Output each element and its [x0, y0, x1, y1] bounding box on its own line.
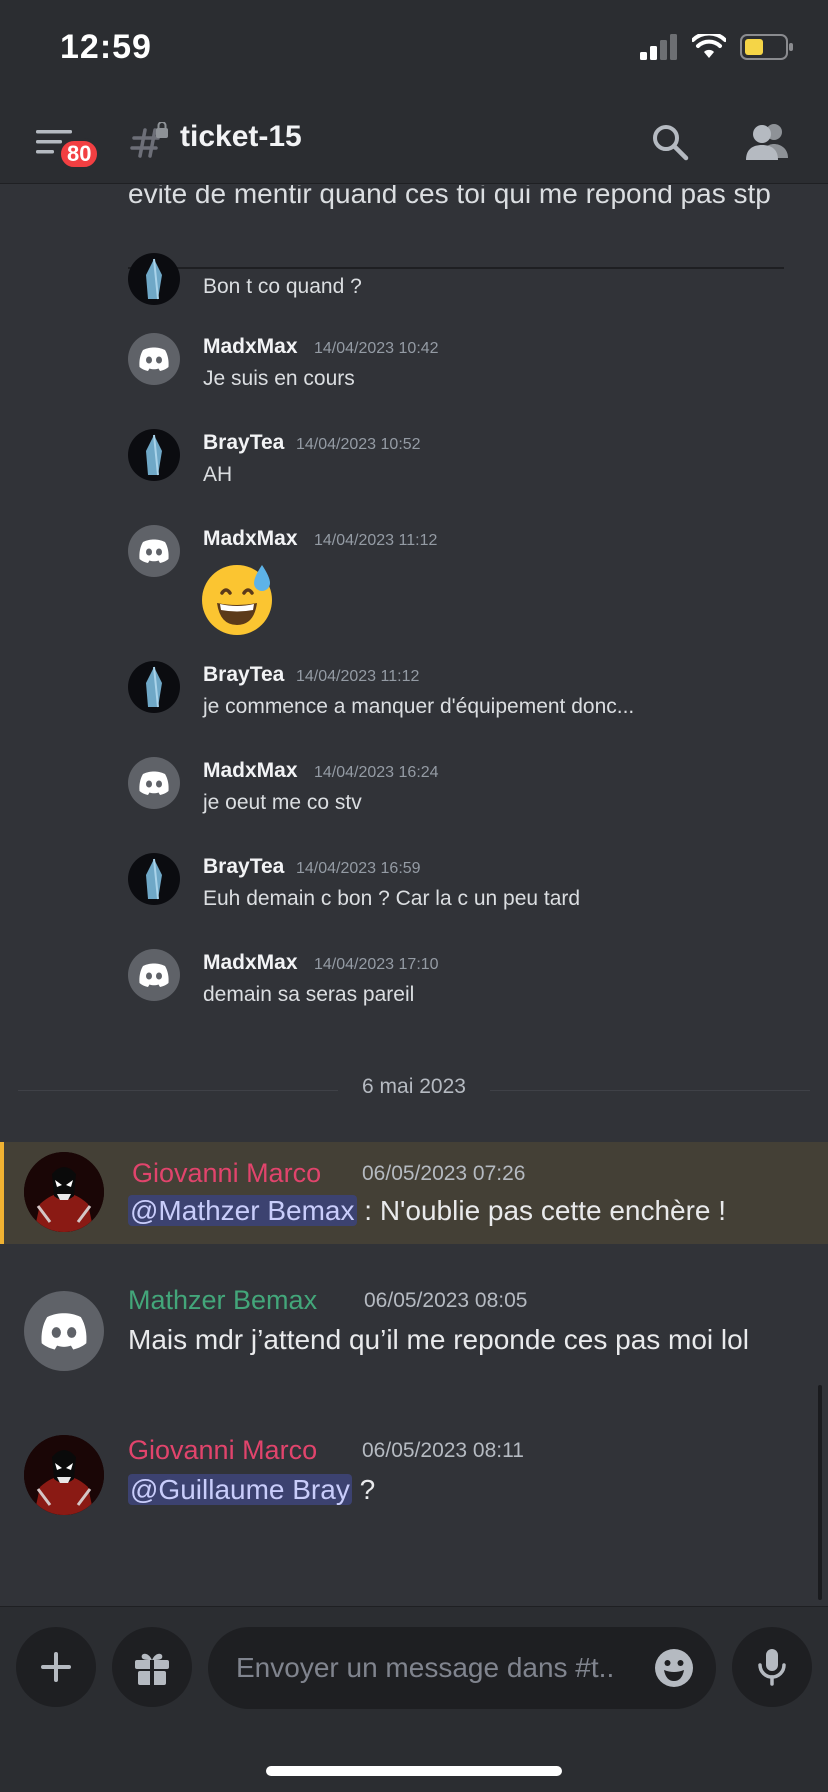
author-name[interactable]: BrayTea	[203, 855, 284, 879]
timestamp: 14/04/2023 10:52	[296, 436, 421, 453]
user-mention[interactable]: @Guillaume Bray	[128, 1474, 352, 1505]
user-mention[interactable]: @Mathzer Bemax	[128, 1195, 357, 1226]
author-name[interactable]: MadxMax	[203, 951, 298, 975]
list-item[interactable]: MadxMax 14/04/2023 17:10 demain sa seras…	[0, 949, 828, 1009]
message-input-container[interactable]	[208, 1627, 716, 1709]
list-item[interactable]: Bon t co quand ?	[0, 253, 828, 313]
list-item[interactable]: MadxMax 14/04/2023 11:12	[0, 525, 828, 635]
list-item[interactable]: BrayTea 14/04/2023 11:12 je commence a m…	[0, 661, 828, 721]
timestamp: 14/04/2023 16:24	[314, 764, 439, 781]
author-name[interactable]: BrayTea	[203, 431, 284, 455]
timestamp: 06/05/2023 08:05	[364, 1289, 528, 1312]
list-item[interactable]: BrayTea 14/04/2023 16:59 Euh demain c bo…	[0, 853, 828, 913]
crystal-icon	[146, 666, 162, 708]
venom-avatar-icon	[24, 1152, 104, 1232]
grinning-sweat-emoji-icon	[202, 565, 272, 635]
list-item[interactable]: BrayTea 14/04/2023 10:52 AH	[0, 429, 828, 489]
avatar[interactable]	[24, 1152, 104, 1232]
author-name[interactable]: BrayTea	[203, 663, 284, 687]
composer-bar	[0, 1606, 828, 1792]
list-item[interactable]: MadxMax 14/04/2023 16:24 je oeut me co s…	[0, 757, 828, 817]
channel-name: ticket-15	[180, 120, 302, 153]
status-time: 12:59	[60, 28, 152, 66]
highlighted-message[interactable]: Giovanni Marco 06/05/2023 07:26 @Mathzer…	[0, 1142, 828, 1244]
discord-logo-icon	[139, 963, 169, 987]
avatar[interactable]	[128, 757, 180, 809]
author-name[interactable]: Mathzer Bemax	[128, 1285, 317, 1316]
smiley-icon[interactable]	[654, 1648, 694, 1688]
avatar[interactable]	[128, 525, 180, 577]
author-name[interactable]: MadxMax	[203, 759, 298, 783]
list-item[interactable]: Giovanni Marco 06/05/2023 08:11 @Guillau…	[0, 1435, 828, 1535]
author-name[interactable]: Giovanni Marco	[132, 1158, 321, 1189]
scrollbar[interactable]	[818, 1385, 822, 1600]
timestamp: 14/04/2023 11:12	[314, 532, 438, 549]
message-input[interactable]	[236, 1627, 636, 1709]
voice-message-button[interactable]	[732, 1627, 812, 1707]
timestamp: 06/05/2023 07:26	[362, 1162, 526, 1185]
author-name[interactable]: MadxMax	[203, 335, 298, 359]
message-text: demain sa seras pareil	[203, 983, 415, 1006]
divider	[128, 267, 784, 269]
message-text: Euh demain c bon ? Car la c un peu tard	[203, 887, 581, 910]
discord-logo-icon	[139, 347, 169, 371]
status-icons	[640, 34, 794, 60]
message-text: AH	[203, 463, 233, 486]
add-attachment-button[interactable]	[16, 1627, 96, 1707]
date-divider: 6 mai 2023	[18, 1075, 810, 1105]
message-text: Je suis en cours	[203, 367, 355, 390]
venom-avatar-icon	[24, 1435, 104, 1515]
message-text: je oeut me co stv	[203, 791, 362, 814]
avatar[interactable]	[128, 661, 180, 713]
timestamp: 06/05/2023 08:11	[362, 1439, 524, 1462]
message-body: ?	[351, 1474, 376, 1505]
list-item[interactable]: MadxMax 14/04/2023 10:42 Je suis en cour…	[0, 333, 828, 393]
wifi-icon	[692, 34, 726, 58]
crystal-icon	[146, 434, 162, 476]
search-icon[interactable]	[650, 122, 690, 162]
crystal-icon	[146, 858, 162, 900]
message-text: @Guillaume Bray ?	[128, 1469, 788, 1511]
message-text: je commence a manquer d'équipement donc.…	[203, 695, 635, 718]
members-icon[interactable]	[744, 120, 790, 162]
avatar[interactable]	[24, 1435, 104, 1515]
discord-logo-icon	[41, 1313, 87, 1350]
message-text: Mais mdr j’attend qu’il me reponde ces p…	[128, 1324, 749, 1355]
battery-icon	[740, 34, 793, 60]
avatar[interactable]	[128, 853, 180, 905]
locked-hash-icon	[130, 122, 168, 158]
timestamp: 14/04/2023 17:10	[314, 956, 439, 973]
gift-icon	[135, 1653, 169, 1685]
message-text: @Mathzer Bemax : N'oublie pas cette ench…	[128, 1190, 788, 1232]
discord-logo-icon	[139, 771, 169, 795]
message-text: Bon t co quand ?	[203, 275, 362, 298]
avatar[interactable]	[128, 333, 180, 385]
gift-button[interactable]	[112, 1627, 192, 1707]
channel-header: 80 ticket-15	[0, 100, 828, 184]
timestamp: 14/04/2023 11:12	[296, 668, 420, 685]
signal-icon	[640, 34, 677, 60]
message-list[interactable]: evite de mentir quand ces toi qui me rep…	[0, 185, 828, 1605]
home-indicator[interactable]	[266, 1766, 562, 1776]
avatar[interactable]	[128, 949, 180, 1001]
author-name[interactable]: Giovanni Marco	[128, 1435, 317, 1466]
plus-icon	[41, 1652, 71, 1682]
avatar[interactable]	[128, 253, 180, 305]
date-label: 6 mai 2023	[362, 1075, 466, 1098]
status-bar: 12:59	[0, 0, 828, 100]
divider-line	[490, 1090, 810, 1091]
message-text: evite de mentir quand ces toi qui me rep…	[128, 185, 771, 209]
discord-logo-icon	[139, 539, 169, 563]
list-item[interactable]: Mathzer Bemax 06/05/2023 08:05 Mais mdr …	[0, 1281, 828, 1411]
message-body: : N'oublie pas cette enchère !	[356, 1195, 727, 1226]
crystal-icon	[146, 258, 162, 300]
notification-badge: 80	[58, 138, 101, 170]
author-name[interactable]: MadxMax	[203, 527, 298, 551]
microphone-icon	[758, 1649, 786, 1686]
timestamp: 14/04/2023 16:59	[296, 860, 421, 877]
timestamp: 14/04/2023 10:42	[314, 340, 439, 357]
avatar[interactable]	[128, 429, 180, 481]
avatar[interactable]	[24, 1291, 104, 1371]
